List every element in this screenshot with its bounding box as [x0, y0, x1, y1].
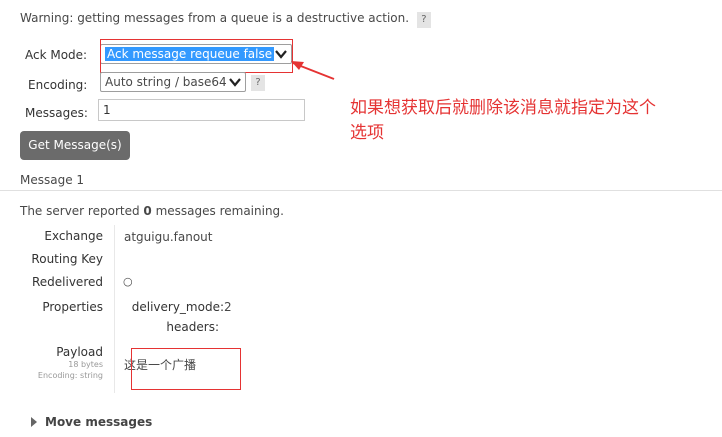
- redelivered-label: Redelivered: [31, 275, 103, 289]
- details-divider: [114, 225, 115, 393]
- properties-label: Properties: [42, 300, 103, 314]
- annotation-arrow-icon: [291, 61, 335, 80]
- encoding-label: Encoding:: [28, 78, 88, 92]
- annotation-note: 如果想获取后就删除该消息就指定为这个 选项: [350, 96, 656, 146]
- annotation-box-payload: [131, 348, 241, 390]
- encoding-select[interactable]: Auto string / base64: [100, 72, 246, 92]
- message-section-title: Message 1: [20, 173, 85, 187]
- encoding-selected-value: Auto string / base64: [105, 75, 227, 89]
- warning-help-icon[interactable]: ?: [416, 12, 431, 28]
- chevron-down-icon: [229, 78, 241, 87]
- encoding-help-icon[interactable]: ?: [251, 75, 265, 91]
- exchange-label: Exchange: [44, 229, 103, 243]
- get-messages-button[interactable]: Get Message(s): [20, 131, 130, 160]
- payload-label: Payload: [56, 345, 103, 359]
- delivery-mode-label: delivery_mode:: [131, 300, 224, 314]
- redelivered-value: ○: [123, 275, 133, 288]
- messages-label: Messages:: [25, 106, 88, 120]
- ack-mode-label: Ack Mode:: [25, 48, 88, 62]
- annotation-note-line1: 如果想获取后就删除该消息就指定为这个: [350, 98, 656, 118]
- warning-row: Warning: getting messages from a queue i…: [20, 11, 431, 28]
- headers-label: headers:: [166, 320, 219, 334]
- section-divider: [0, 190, 722, 191]
- payload-bytes: 18 bytes: [68, 360, 103, 369]
- messages-count-input[interactable]: [98, 99, 305, 121]
- remaining-count: 0: [143, 204, 152, 218]
- move-messages-label: Move messages: [45, 415, 153, 429]
- caret-right-icon: [31, 417, 37, 427]
- payload-encoding: Encoding: string: [37, 371, 103, 380]
- warning-text: Warning: getting messages from a queue i…: [20, 11, 410, 25]
- delivery-mode-value: 2: [224, 300, 232, 314]
- routing-key-label: Routing Key: [31, 252, 103, 266]
- remaining-text: The server reported 0 messages remaining…: [20, 204, 284, 218]
- exchange-value: atguigu.fanout: [124, 230, 213, 244]
- annotation-note-line2: 选项: [350, 123, 384, 143]
- annotation-box-ack-mode: [100, 39, 293, 73]
